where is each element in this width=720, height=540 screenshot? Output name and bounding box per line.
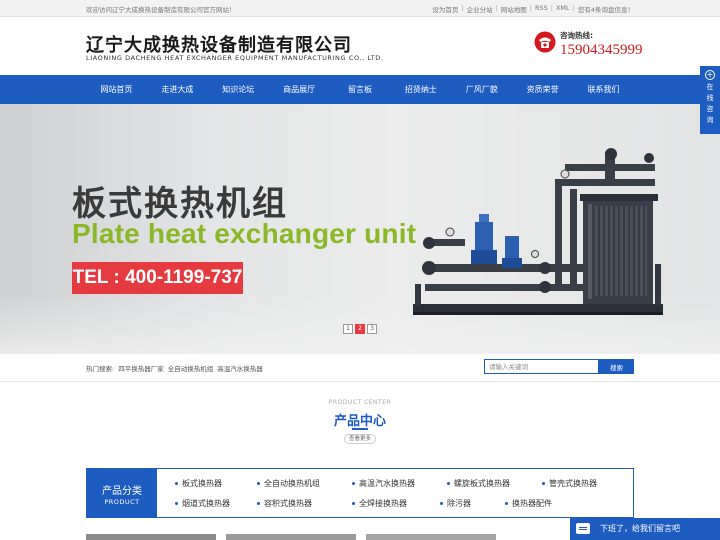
category-item[interactable]: 全自动换热机组 (257, 478, 320, 489)
hotline-number: 15904345999 (560, 42, 643, 58)
nav-item-about[interactable]: 走进大成 (147, 75, 208, 104)
divider: | (550, 4, 553, 12)
top-link-xml[interactable]: XML (556, 4, 570, 14)
hot-search-bar: 热门搜索:四平换热器厂家全自动换热机组高温汽水换热器 搜索 (0, 354, 720, 382)
online-consult-float[interactable]: + 在线咨询 (700, 66, 720, 134)
nav-item-contact[interactable]: 联系我们 (573, 75, 634, 104)
divider: | (529, 4, 532, 12)
banner-page-2[interactable]: 2 (355, 324, 365, 334)
online-consult-label: 在线咨询 (706, 83, 714, 124)
banner-tel: TEL : 400-1199-737 (72, 262, 243, 294)
category-title-en: PRODUCT (104, 498, 140, 506)
leave-message-bar[interactable]: 下班了，给我们留言吧 (570, 518, 720, 540)
logo-english: LIAONING DACHENG HEAT EXCHANGER EQUIPMEN… (86, 54, 384, 62)
category-item[interactable]: 烟道式换热器 (175, 498, 230, 509)
hero-banner[interactable]: 板式换热机组 Plate heat exchanger unit TEL : 4… (0, 104, 720, 354)
hot-search-term[interactable]: 高温汽水换热器 (217, 365, 263, 373)
category-item[interactable]: 板式换热器 (175, 478, 222, 489)
divider: | (461, 4, 464, 12)
view-more-button[interactable]: 查看更多 (344, 434, 376, 444)
top-links: 设为首页 | 企业分站 | 网站地图 | RSS | XML | 您有4条询盘信息！ (432, 4, 634, 14)
banner-page-3[interactable]: 3 (367, 324, 377, 334)
nav-item-home[interactable]: 网站首页 (86, 75, 147, 104)
welcome-text: 欢迎访问辽宁大成换热设备制造有限公司官方网站！ (86, 6, 236, 14)
category-item[interactable]: 高温汽水换热器 (352, 478, 415, 489)
nav-item-jobs[interactable]: 招贤纳士 (390, 75, 451, 104)
divider: | (495, 4, 498, 12)
nav-item-forum[interactable]: 知识论坛 (208, 75, 269, 104)
hotline-label: 咨询热线: (560, 31, 593, 40)
top-link-rss[interactable]: RSS (535, 4, 548, 14)
section-underline (352, 428, 368, 430)
nav-item-honors[interactable]: 资质荣誉 (512, 75, 573, 104)
top-link-inquiries[interactable]: 您有4条询盘信息！ (578, 4, 634, 14)
leave-message-label: 下班了，给我们留言吧 (600, 524, 680, 533)
category-item[interactable]: 全焊接换热器 (352, 498, 407, 509)
hot-search-label: 热门搜索: (86, 365, 115, 373)
nav-item-factory[interactable]: 厂风厂貌 (451, 75, 512, 104)
nav-item-products[interactable]: 商品展厅 (269, 75, 330, 104)
divider: | (572, 4, 575, 12)
product-category-box: 产品分类 PRODUCT 板式换热器 全自动换热机组 高温汽水换热器 螺旋板式换… (86, 468, 634, 518)
category-item[interactable]: 除污器 (440, 498, 471, 509)
top-bar: 欢迎访问辽宁大成换热设备制造有限公司官方网站！ 设为首页 | 企业分站 | 网站地图… (0, 0, 720, 17)
top-link-branch[interactable]: 企业分站 (467, 4, 493, 14)
hot-search-term[interactable]: 全自动换热机组 (168, 365, 214, 373)
heat-exchanger-unit-image (413, 148, 663, 315)
category-item[interactable]: 管壳式换热器 (542, 478, 597, 489)
category-item[interactable]: 容积式换热器 (257, 498, 312, 509)
product-thumbnail[interactable] (366, 534, 496, 540)
plus-icon: + (705, 70, 715, 80)
search-button[interactable]: 搜索 (599, 359, 634, 374)
search-input[interactable] (484, 359, 599, 374)
product-thumbnail[interactable] (226, 534, 356, 540)
top-link-homepage[interactable]: 设为首页 (432, 4, 458, 14)
hot-search-term[interactable]: 四平换热器厂家 (118, 365, 164, 373)
banner-subtitle: Plate heat exchanger unit (72, 218, 417, 249)
category-title-block: 产品分类 PRODUCT (87, 469, 157, 517)
telephone-icon (534, 31, 556, 53)
message-icon (576, 523, 590, 534)
banner-pagination: 1 2 3 (343, 324, 377, 334)
product-thumbnail[interactable] (86, 534, 216, 540)
top-link-sitemap[interactable]: 网站地图 (501, 4, 527, 14)
banner-page-1[interactable]: 1 (343, 324, 353, 334)
category-title: 产品分类 (102, 486, 142, 497)
section-title-en: PRODUCT CENTER (328, 399, 392, 406)
main-nav: 网站首页 走进大成 知识论坛 商品展厅 留言板 招贤纳士 厂风厂貌 资质荣誉 联… (0, 75, 720, 104)
section-title: 产品中心 (333, 414, 386, 429)
hot-search-list: 热门搜索: 四平换热器厂家 全自动换热机组 高温汽水换热器 (86, 363, 267, 373)
category-item[interactable]: 螺旋板式换热器 (447, 478, 510, 489)
site-header: 辽宁大成换热设备制造有限公司 LIAONING DACHENG HEAT EXC… (0, 17, 720, 75)
nav-item-guestbook[interactable]: 留言板 (330, 75, 391, 104)
category-item[interactable]: 换热器配件 (505, 498, 552, 509)
